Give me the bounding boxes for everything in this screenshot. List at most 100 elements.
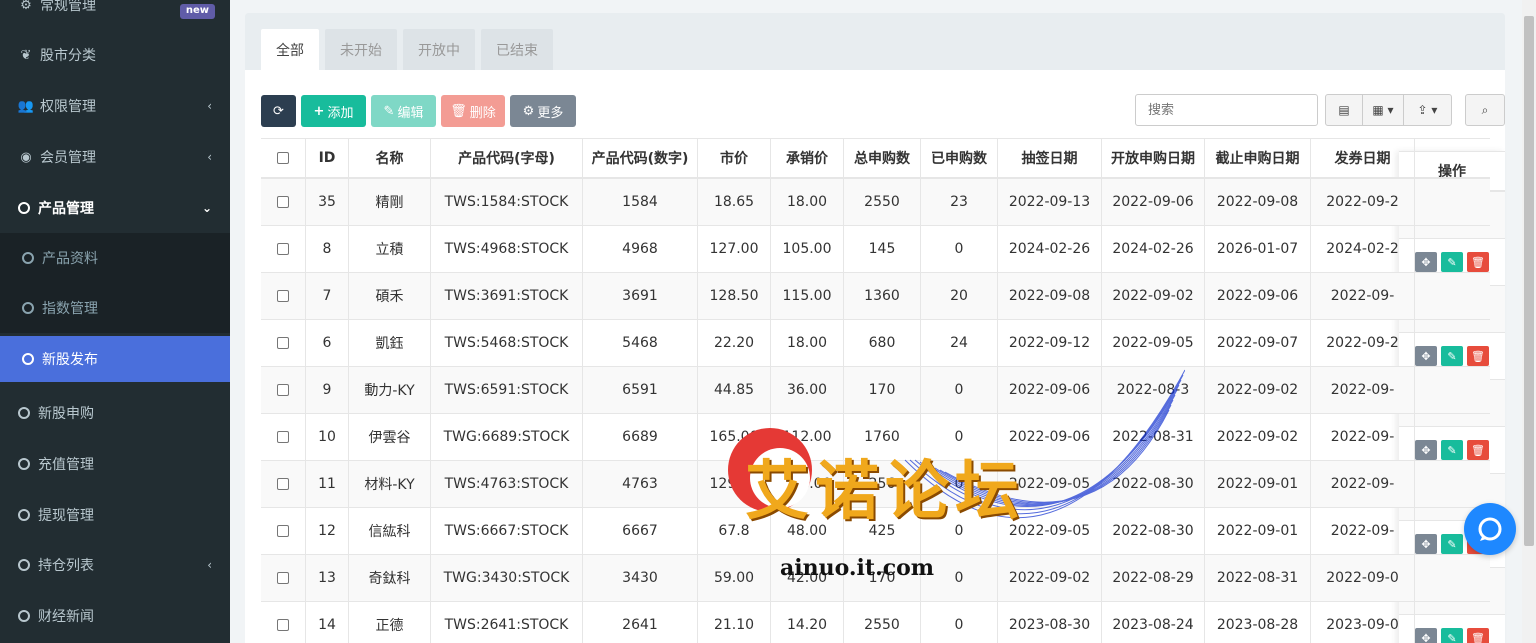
table-cell: 碩禾 <box>349 273 431 319</box>
sidebar-item-stock-category[interactable]: ❦ 股市分类 <box>0 30 230 80</box>
table-cell: 2550 <box>844 179 921 225</box>
table-cell: 7 <box>306 273 349 319</box>
column-header[interactable]: 市价 <box>698 139 771 177</box>
table-cell: 12 <box>306 508 349 554</box>
table-cell: 129.00 <box>698 461 771 507</box>
column-header[interactable]: 开放申购日期 <box>1102 139 1205 177</box>
sidebar-item-label: 常规管理 <box>40 0 96 14</box>
table-cell: 奇鈦科 <box>349 555 431 601</box>
sidebar-item-permissions[interactable]: 👥 权限管理 ‹ <box>0 81 230 131</box>
pencil-icon: ✎ <box>383 103 395 119</box>
table-cell: 145 <box>844 226 921 272</box>
circle-icon <box>18 202 30 214</box>
table-cell: 18.00 <box>771 320 844 366</box>
row-select-cell <box>261 367 306 413</box>
circle-icon <box>18 509 30 521</box>
circle-icon <box>18 610 30 622</box>
table-cell: 材料-KY <box>349 461 431 507</box>
column-header[interactable]: 截止申购日期 <box>1205 139 1311 177</box>
table-cell: 2022-09-02 <box>1205 367 1311 413</box>
column-header[interactable]: 已申购数 <box>921 139 998 177</box>
row-checkbox[interactable] <box>277 384 289 396</box>
column-header[interactable]: ID <box>306 139 349 177</box>
table-cell: 100.00 <box>771 461 844 507</box>
table-cell: 立積 <box>349 226 431 272</box>
row-checkbox[interactable] <box>277 431 289 443</box>
table-row[interactable]: 6 凱鈺 TWS:5468:STOCK 5468 22.20 18.00 680 24 2022… <box>261 320 1490 367</box>
table-cell: 9 <box>306 367 349 413</box>
row-checkbox[interactable] <box>277 478 289 490</box>
scrollbar[interactable] <box>1522 0 1536 643</box>
table-cell: 2022-09- <box>1311 367 1415 413</box>
sidebar-item-index-management[interactable]: 指数管理 <box>0 283 230 333</box>
table-row[interactable]: 9 動力-KY TWS:6591:STOCK 6591 44.85 36.00 170 0 20… <box>261 367 1490 414</box>
table-row[interactable]: 14 正德 TWS:2641:STOCK 2641 21.10 14.20 2550 0 202… <box>261 602 1490 643</box>
table-cell: 2022-09-02 <box>1102 273 1205 319</box>
column-header[interactable]: 总申购数 <box>844 139 921 177</box>
sidebar-item-recharge[interactable]: 充值管理 <box>0 439 230 489</box>
row-checkbox[interactable] <box>277 337 289 349</box>
table-row[interactable]: 7 碩禾 TWS:3691:STOCK 3691 128.50 115.00 1360 20 2… <box>261 273 1490 320</box>
table-row[interactable]: 8 立積 TWS:4968:STOCK 4968 127.00 105.00 145 0 202… <box>261 226 1490 273</box>
circle-icon <box>22 252 34 264</box>
more-button[interactable]: ⚙ 更多 <box>510 95 576 127</box>
table-row[interactable]: 35 精剛 TWS:1584:STOCK 1584 18.65 18.00 2550 23 20… <box>261 179 1490 226</box>
table-cell: 2022-09-06 <box>1205 273 1311 319</box>
row-checkbox[interactable] <box>277 290 289 302</box>
column-header[interactable]: 名称 <box>349 139 431 177</box>
columns-button[interactable]: ▦ ▾ <box>1362 94 1404 126</box>
column-header[interactable]: 发券日期 <box>1311 139 1415 177</box>
sidebar-item-products[interactable]: 产品管理 ⌄ <box>0 183 230 233</box>
tab-all[interactable]: 全部 <box>261 29 319 70</box>
table-cell: 2022-09-02 <box>1205 414 1311 460</box>
table-cell: 動力-KY <box>349 367 431 413</box>
table-row[interactable]: 12 信紘科 TWS:6667:STOCK 6667 67.8 48.00 425 0 2022… <box>261 508 1490 555</box>
toggle-view-button[interactable]: ▤ <box>1325 94 1363 126</box>
sidebar-item-product-info[interactable]: 产品资料 <box>0 233 230 283</box>
row-checkbox[interactable] <box>277 525 289 537</box>
search-input[interactable] <box>1135 94 1318 126</box>
table-cell: 35 <box>306 179 349 225</box>
sidebar-item-finance-news[interactable]: 财经新闻 <box>0 591 230 641</box>
export-button[interactable]: ⇪ ▾ <box>1403 94 1452 126</box>
select-all-checkbox[interactable] <box>277 152 289 164</box>
table-cell: TWS:6591:STOCK <box>431 367 583 413</box>
table-cell: 23 <box>921 179 998 225</box>
sidebar-item-general[interactable]: ⚙ 常规管理 new <box>0 0 230 30</box>
sidebar-item-ipo-publish[interactable]: 新股发布 <box>0 336 230 382</box>
column-header[interactable]: 抽签日期 <box>998 139 1102 177</box>
column-header[interactable]: 产品代码(数字) <box>583 139 698 177</box>
column-header[interactable]: 承销价 <box>771 139 844 177</box>
add-button[interactable]: + 添加 <box>301 95 366 127</box>
user-circle-icon: ◉ <box>20 149 32 165</box>
tab-open[interactable]: 开放中 <box>403 29 475 70</box>
edit-button[interactable]: ✎ 编辑 <box>371 95 436 127</box>
table-cell: 11 <box>306 461 349 507</box>
sidebar-item-ipo-subscribe[interactable]: 新股申购 <box>0 388 230 438</box>
row-checkbox[interactable] <box>277 619 289 631</box>
delete-button[interactable]: 🗑 删除 <box>441 95 505 127</box>
chat-bubble-button[interactable] <box>1464 503 1516 555</box>
refresh-button[interactable]: ⟳ <box>261 95 296 127</box>
tab-ended[interactable]: 已结束 <box>481 29 553 70</box>
sidebar-item-positions[interactable]: 持仓列表 ‹ <box>0 540 230 590</box>
tab-not-started[interactable]: 未开始 <box>325 29 397 70</box>
row-checkbox[interactable] <box>277 196 289 208</box>
row-checkbox[interactable] <box>277 243 289 255</box>
table-row[interactable]: 13 奇鈦科 TWG:3430:STOCK 3430 59.00 42.00 170 0 202… <box>261 555 1490 602</box>
sidebar-item-withdraw[interactable]: 提现管理 <box>0 490 230 540</box>
sidebar-item-members[interactable]: ◉ 会员管理 ‹ <box>0 132 230 182</box>
table-row[interactable]: 11 材料-KY TWS:4763:STOCK 4763 129.00 100.00 256… <box>261 461 1490 508</box>
sidebar-item-label: 充值管理 <box>38 457 94 473</box>
new-badge: new <box>179 4 215 19</box>
table-cell: 24 <box>921 320 998 366</box>
row-select-cell <box>261 461 306 507</box>
table-cell: 256 <box>844 461 921 507</box>
table-cell: TWS:1584:STOCK <box>431 179 583 225</box>
column-header[interactable]: 产品代码(字母) <box>431 139 583 177</box>
search-button[interactable]: ⌕ <box>1465 94 1505 126</box>
table-cell: 凱鈺 <box>349 320 431 366</box>
scrollbar-thumb[interactable] <box>1524 16 1534 546</box>
row-checkbox[interactable] <box>277 572 289 584</box>
table-row[interactable]: 10 伊雲谷 TWG:6689:STOCK 6689 165.00 112.00 1760 0… <box>261 414 1490 461</box>
